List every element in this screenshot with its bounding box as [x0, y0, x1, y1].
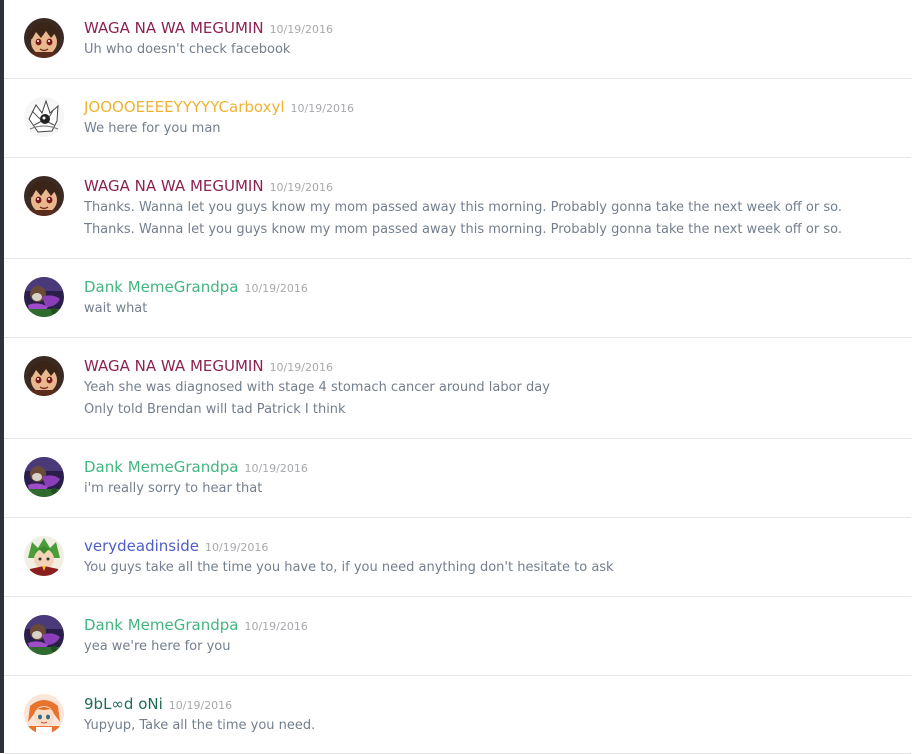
- message-timestamp: 10/19/2016: [269, 361, 333, 374]
- message-text: i'm really sorry to hear that: [84, 481, 263, 496]
- message-group: Dank MemeGrandpa 10/19/2016 yea we're here…: [4, 597, 911, 676]
- message-text: yea we're here for you: [84, 639, 231, 654]
- message-text: Thanks. Wanna let you guys know my mom p…: [84, 222, 842, 237]
- username-9bl-d-oni[interactable]: 9bL∞d oNi: [84, 695, 163, 713]
- message-timestamp: 10/19/2016: [168, 699, 233, 712]
- message-text: Only told Brendan will tad Patrick I thi…: [84, 402, 346, 417]
- message-text: Yupyup, Take all the time you need.: [84, 718, 316, 733]
- sketch-avatar-icon[interactable]: [24, 97, 64, 137]
- message-header: Dank MemeGrandpa 10/19/2016: [84, 276, 308, 298]
- message-timestamp: 10/19/2016: [290, 102, 354, 115]
- message-content: JOOOOEEEEYYYYYCarboxyl 10/19/2016 We here …: [84, 96, 354, 140]
- message-feed: WAGA NA WA MEGUMIN 10/19/2016 Uh who doesn…: [4, 0, 913, 754]
- username-waga-na-wa-megumin[interactable]: WAGA NA WA MEGUMIN: [84, 177, 264, 195]
- message-header: WAGA NA WA MEGUMIN 10/19/2016: [84, 355, 550, 377]
- green-hair-avatar-icon[interactable]: [24, 536, 64, 576]
- message-timestamp: 10/19/2016: [269, 181, 333, 194]
- username-jooooeeeeyyyyycarboxyl[interactable]: JOOOOEEEEYYYYYCarboxyl: [84, 98, 285, 116]
- message-text: Yeah she was diagnosed with stage 4 stom…: [84, 380, 550, 395]
- megumin-avatar-icon[interactable]: [24, 18, 64, 58]
- message-content: 9bL∞d oNi 10/19/2016 Yupyup, Take all the …: [84, 693, 315, 737]
- message-header: JOOOOEEEEYYYYYCarboxyl 10/19/2016: [84, 96, 354, 118]
- message-group: WAGA NA WA MEGUMIN 10/19/2016 Uh who doesn…: [4, 0, 911, 79]
- message-group: verydeadinside 10/19/2016 You guys take al…: [4, 518, 911, 597]
- message-text: wait what: [84, 301, 148, 316]
- grandpa-avatar-icon[interactable]: [24, 277, 64, 317]
- message-timestamp: 10/19/2016: [244, 620, 308, 633]
- username-dank-memegrandpa[interactable]: Dank MemeGrandpa: [84, 278, 238, 296]
- message-timestamp: 10/19/2016: [244, 462, 308, 475]
- message-text: We here for you man: [84, 121, 221, 136]
- username-waga-na-wa-megumin[interactable]: WAGA NA WA MEGUMIN: [84, 19, 264, 37]
- message-content: Dank MemeGrandpa 10/19/2016 i'm really sor…: [84, 456, 308, 500]
- message-group: WAGA NA WA MEGUMIN 10/19/2016 Thanks. Wann…: [4, 158, 911, 259]
- username-dank-memegrandpa[interactable]: Dank MemeGrandpa: [84, 616, 238, 634]
- message-text: Uh who doesn't check facebook: [84, 42, 291, 57]
- message-group: 9bL∞d oNi 10/19/2016 Yupyup, Take all the …: [4, 676, 911, 754]
- megumin-avatar-icon[interactable]: [24, 176, 64, 216]
- username-verydeadinside[interactable]: verydeadinside: [84, 537, 199, 555]
- message-text: You guys take all the time you have to, …: [84, 560, 614, 575]
- message-text: Thanks. Wanna let you guys know my mom p…: [84, 200, 842, 215]
- message-content: Dank MemeGrandpa 10/19/2016 yea we're here…: [84, 614, 308, 658]
- orange-hair-avatar-icon[interactable]: [24, 694, 64, 734]
- message-content: verydeadinside 10/19/2016 You guys take al…: [84, 535, 614, 579]
- message-header: Dank MemeGrandpa 10/19/2016: [84, 614, 308, 636]
- message-group: WAGA NA WA MEGUMIN 10/19/2016 Yeah she was…: [4, 338, 911, 439]
- message-group: JOOOOEEEEYYYYYCarboxyl 10/19/2016 We here …: [4, 79, 911, 158]
- username-waga-na-wa-megumin[interactable]: WAGA NA WA MEGUMIN: [84, 357, 264, 375]
- message-content: WAGA NA WA MEGUMIN 10/19/2016 Uh who doesn…: [84, 17, 333, 61]
- message-header: WAGA NA WA MEGUMIN 10/19/2016: [84, 17, 333, 39]
- grandpa-avatar-icon[interactable]: [24, 615, 64, 655]
- megumin-avatar-icon[interactable]: [24, 356, 64, 396]
- message-header: 9bL∞d oNi 10/19/2016: [84, 693, 315, 715]
- message-content: Dank MemeGrandpa 10/19/2016 wait what: [84, 276, 308, 320]
- message-header: WAGA NA WA MEGUMIN 10/19/2016: [84, 175, 842, 197]
- username-dank-memegrandpa[interactable]: Dank MemeGrandpa: [84, 458, 238, 476]
- message-timestamp: 10/19/2016: [269, 23, 333, 36]
- message-header: Dank MemeGrandpa 10/19/2016: [84, 456, 308, 478]
- message-content: WAGA NA WA MEGUMIN 10/19/2016 Yeah she was…: [84, 355, 550, 421]
- message-timestamp: 10/19/2016: [205, 541, 269, 554]
- grandpa-avatar-icon[interactable]: [24, 457, 64, 497]
- message-group: Dank MemeGrandpa 10/19/2016 wait what: [4, 259, 911, 338]
- message-header: verydeadinside 10/19/2016: [84, 535, 614, 557]
- message-group: Dank MemeGrandpa 10/19/2016 i'm really sor…: [4, 439, 911, 518]
- message-timestamp: 10/19/2016: [244, 282, 308, 295]
- message-content: WAGA NA WA MEGUMIN 10/19/2016 Thanks. Wann…: [84, 175, 842, 241]
